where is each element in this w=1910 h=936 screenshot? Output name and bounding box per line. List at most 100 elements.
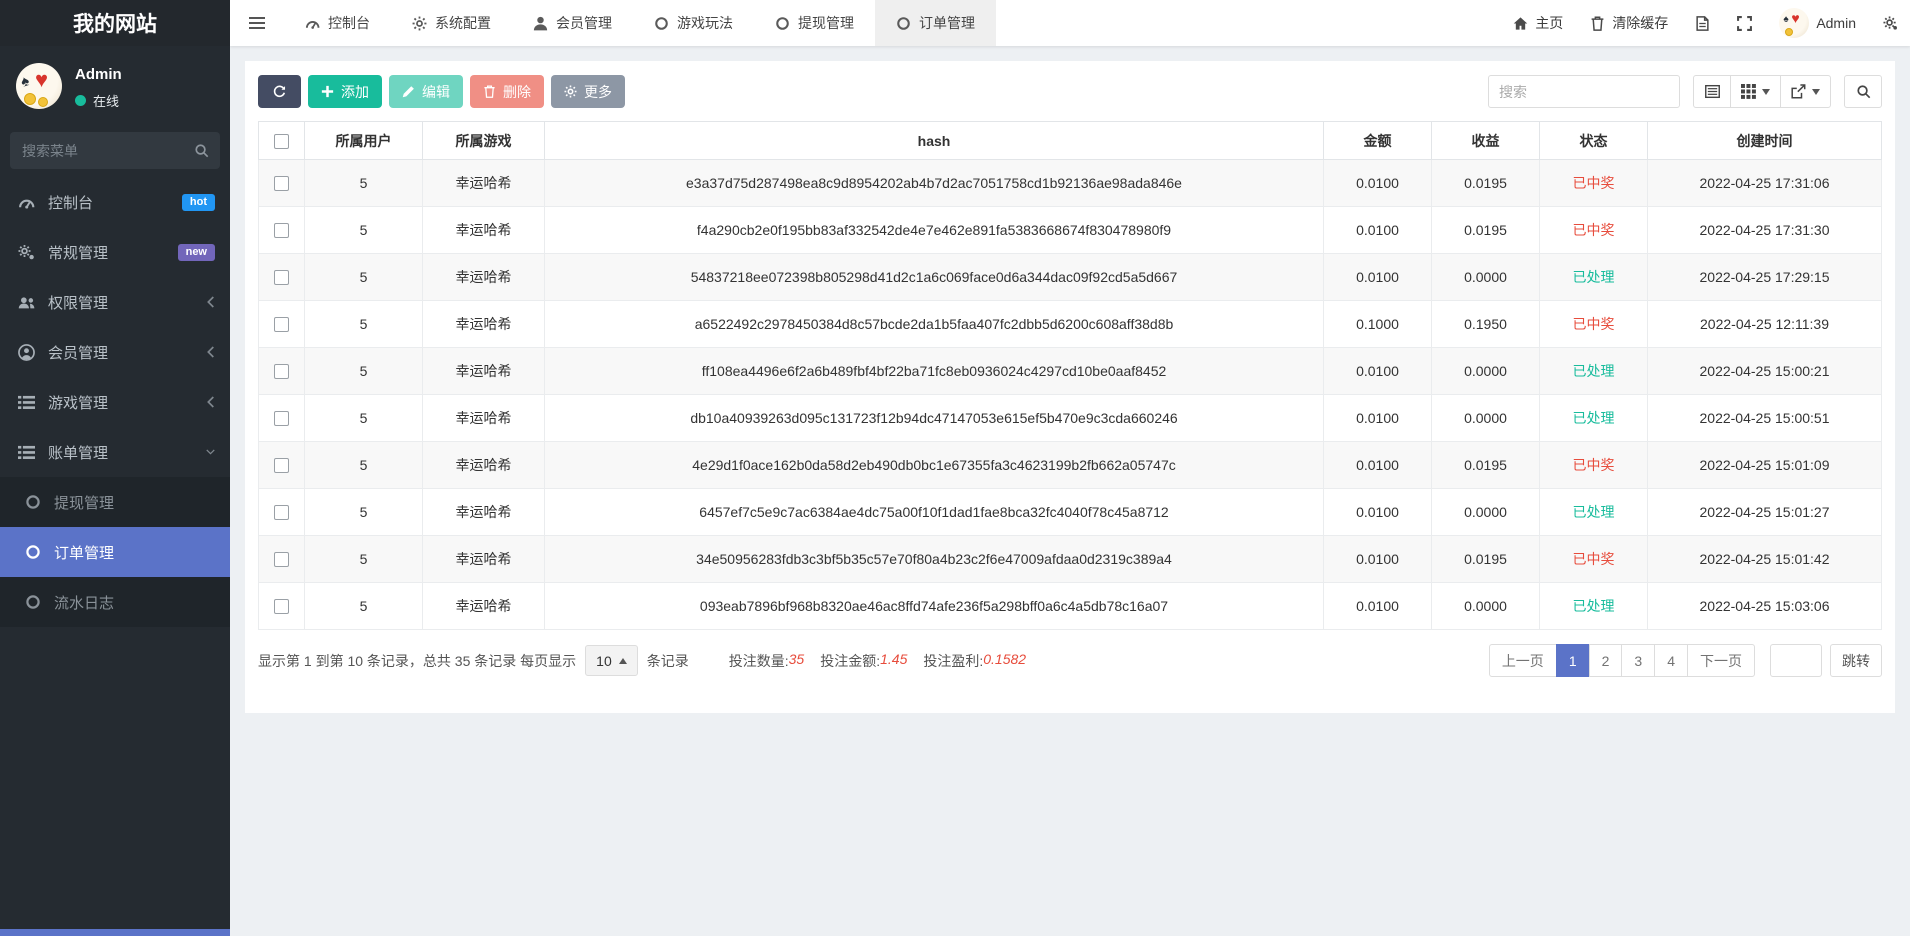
- table-row[interactable]: 5幸运哈希f4a290cb2e0f195bb83af332542de4e7e46…: [259, 207, 1882, 254]
- submenu-item-流水日志[interactable]: 流水日志: [0, 577, 230, 627]
- cell-hash: e3a37d75d287498ea8c9d8954202ab4b7d2ac705…: [545, 160, 1324, 207]
- table-row[interactable]: 5幸运哈希db10a40939263d095c131723f12b94dc471…: [259, 395, 1882, 442]
- cell-user: 5: [305, 254, 423, 301]
- app-title: 我的网站: [0, 0, 230, 46]
- fullscreen-button[interactable]: [1737, 0, 1752, 46]
- status-badge: 已处理: [1573, 269, 1615, 285]
- menu-search: [10, 132, 220, 169]
- cell-status: 已中奖: [1540, 301, 1648, 348]
- menu-search-input[interactable]: [10, 132, 220, 169]
- column-header: 状态: [1540, 122, 1648, 160]
- menu-badge: hot: [182, 194, 215, 211]
- topbar-right: 主页 清除缓存 ♥ ♠: [1513, 0, 1910, 46]
- gear-icon: [564, 85, 577, 98]
- columns-dropdown-button[interactable]: [1730, 75, 1781, 108]
- prev-page-button[interactable]: 上一页: [1489, 644, 1557, 677]
- edit-button[interactable]: 编辑: [389, 75, 463, 108]
- user-circle-icon: [18, 344, 35, 361]
- admin-menu[interactable]: ♥ ♠ Admin: [1779, 0, 1856, 46]
- row-checkbox[interactable]: [274, 364, 289, 379]
- table-row[interactable]: 5幸运哈希ff108ea4496e6f2a6b489fbf4bf22ba71fc…: [259, 348, 1882, 395]
- export-icon: [1791, 84, 1806, 99]
- submenu-item-订单管理[interactable]: 订单管理: [0, 527, 230, 577]
- sidebar-item-控制台[interactable]: 控制台hot: [0, 177, 230, 227]
- sidebar-bottom-strip: [0, 929, 230, 936]
- table-row[interactable]: 5幸运哈希54837218ee072398b805298d41d2c1a6c06…: [259, 254, 1882, 301]
- cell-amount: 0.0100: [1324, 583, 1432, 630]
- column-header: hash: [545, 122, 1324, 160]
- menu-badge: new: [178, 244, 215, 261]
- tab-提现管理[interactable]: 提现管理: [754, 0, 875, 46]
- sidebar-item-会员管理[interactable]: 会员管理: [0, 327, 230, 377]
- page-button-1[interactable]: 1: [1556, 644, 1590, 677]
- table-row[interactable]: 5幸运哈希34e50956283fdb3c3bf5b35c57e70f80a4b…: [259, 536, 1882, 583]
- cell-amount: 0.1000: [1324, 301, 1432, 348]
- search-toggle-button[interactable]: [1844, 75, 1882, 108]
- cell-hash: 34e50956283fdb3c3bf5b35c57e70f80a4b23c2f…: [545, 536, 1324, 583]
- submenu-item-提现管理[interactable]: 提现管理: [0, 477, 230, 527]
- sidebar-item-常规管理[interactable]: 常规管理new: [0, 227, 230, 277]
- language-file-button[interactable]: [1695, 0, 1710, 46]
- tab-游戏玩法[interactable]: 游戏玩法: [633, 0, 754, 46]
- delete-button[interactable]: 删除: [470, 75, 544, 108]
- page-size-select[interactable]: 10: [585, 645, 638, 676]
- select-all-checkbox[interactable]: [274, 134, 289, 149]
- page-button-4[interactable]: 4: [1654, 644, 1688, 677]
- cell-created: 2022-04-25 15:01:09: [1648, 442, 1882, 489]
- cell-profit: 0.0000: [1432, 254, 1540, 301]
- trash-icon: [483, 85, 496, 98]
- page-button-2[interactable]: 2: [1589, 644, 1623, 677]
- add-button[interactable]: 添加: [308, 75, 382, 108]
- tab-控制台[interactable]: 控制台: [284, 0, 391, 46]
- jump-button[interactable]: 跳转: [1830, 644, 1882, 677]
- row-checkbox[interactable]: [274, 411, 289, 426]
- gears-icon: [1883, 16, 1898, 31]
- avatar[interactable]: ♥ ♠: [16, 63, 62, 109]
- sidebar-toggle-button[interactable]: [230, 0, 284, 46]
- row-checkbox[interactable]: [274, 505, 289, 520]
- cell-profit: 0.0000: [1432, 395, 1540, 442]
- row-checkbox[interactable]: [274, 176, 289, 191]
- column-header: 所属游戏: [423, 122, 545, 160]
- tab-订单管理[interactable]: 订单管理: [875, 0, 996, 46]
- detail-view-button[interactable]: [1693, 75, 1731, 108]
- settings-button[interactable]: [1883, 0, 1898, 46]
- home-link[interactable]: 主页: [1513, 0, 1563, 46]
- tab-会员管理[interactable]: 会员管理: [512, 0, 633, 46]
- cell-created: 2022-04-25 17:29:15: [1648, 254, 1882, 301]
- admin-label: Admin: [1816, 15, 1856, 31]
- table-row[interactable]: 5幸运哈希093eab7896bf968b8320ae46ac8ffd74afe…: [259, 583, 1882, 630]
- row-checkbox[interactable]: [274, 223, 289, 238]
- row-checkbox[interactable]: [274, 458, 289, 473]
- sidebar-item-游戏管理[interactable]: 游戏管理: [0, 377, 230, 427]
- table-row[interactable]: 5幸运哈希a6522492c2978450384d8c57bcde2da1b5f…: [259, 301, 1882, 348]
- spade-suit-icon: ♠: [19, 72, 32, 91]
- cell-game: 幸运哈希: [423, 489, 545, 536]
- detail-view-icon: [1705, 84, 1720, 99]
- home-icon: [1513, 16, 1528, 31]
- row-checkbox[interactable]: [274, 552, 289, 567]
- row-checkbox[interactable]: [274, 599, 289, 614]
- export-dropdown-button[interactable]: [1780, 75, 1831, 108]
- jump-page-input[interactable]: [1770, 644, 1822, 677]
- cell-profit: 0.0195: [1432, 207, 1540, 254]
- refresh-button[interactable]: [258, 75, 301, 108]
- grid-icon: [1741, 84, 1756, 99]
- table-row[interactable]: 5幸运哈希e3a37d75d287498ea8c9d8954202ab4b7d2…: [259, 160, 1882, 207]
- tab-系统配置[interactable]: 系统配置: [391, 0, 512, 46]
- more-button[interactable]: 更多: [551, 75, 625, 108]
- page-button-3[interactable]: 3: [1621, 644, 1655, 677]
- clear-cache-button[interactable]: 清除缓存: [1590, 0, 1668, 46]
- sidebar-item-账单管理[interactable]: 账单管理: [0, 427, 230, 477]
- row-checkbox[interactable]: [274, 317, 289, 332]
- circle-icon: [25, 594, 41, 610]
- sidebar: 我的网站 ♥ ♠ Admin 在线 控制台hot常规管理new权限管理会员管理游…: [0, 0, 230, 936]
- chevron-down-icon: [206, 446, 215, 458]
- table-row[interactable]: 5幸运哈希4e29d1f0ace162b0da58d2eb490db0bc1e6…: [259, 442, 1882, 489]
- table-row[interactable]: 5幸运哈希6457ef7c5e9c7ac6384ae4dc75a00f10f1d…: [259, 489, 1882, 536]
- next-page-button[interactable]: 下一页: [1687, 644, 1755, 677]
- row-checkbox[interactable]: [274, 270, 289, 285]
- cell-user: 5: [305, 207, 423, 254]
- sidebar-item-权限管理[interactable]: 权限管理: [0, 277, 230, 327]
- table-search-input[interactable]: [1488, 75, 1680, 108]
